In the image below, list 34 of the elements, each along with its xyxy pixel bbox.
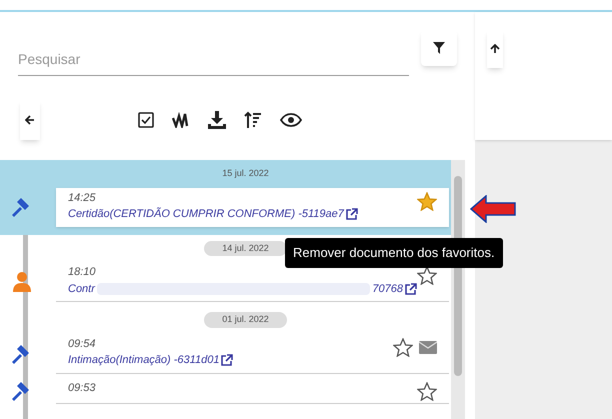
- time-label: 09:54: [68, 336, 96, 352]
- external-link-icon[interactable]: [221, 354, 234, 366]
- time-label: 14:25: [68, 190, 96, 206]
- document-link[interactable]: Intimação(Intimação) -6311d01: [68, 352, 220, 368]
- star-icon[interactable]: [393, 338, 413, 356]
- time-label: 18:10: [68, 265, 96, 280]
- star-icon[interactable]: [417, 192, 437, 210]
- sort-icon[interactable]: [244, 111, 262, 129]
- back-button[interactable]: [20, 100, 40, 140]
- document-card[interactable]: 14:25 Certidão(CERTIDÃO CUMPRIR CONFORME) -5119ae7: [56, 188, 449, 226]
- time-label: 09:53: [68, 380, 96, 396]
- person-icon: [13, 271, 31, 293]
- star-icon[interactable]: [417, 266, 437, 285]
- arrow-up-icon: [490, 44, 500, 54]
- checkbox-icon[interactable]: [138, 112, 154, 128]
- eye-icon[interactable]: [280, 113, 302, 127]
- filter-icon: [433, 42, 446, 54]
- signature-icon[interactable]: [172, 112, 190, 128]
- filter-button[interactable]: [421, 30, 457, 66]
- document-link[interactable]: Contr: [68, 280, 95, 297]
- date-label: 14 jul. 2022: [204, 240, 287, 256]
- document-link[interactable]: Certidão(CERTIDÃO CUMPRIR CONFORME) -5119ae7: [68, 206, 344, 222]
- external-link-icon[interactable]: [346, 208, 358, 220]
- arrow-left-icon: [25, 115, 35, 125]
- document-number: 70768: [372, 282, 403, 296]
- search-field[interactable]: Pesquisar: [18, 42, 410, 76]
- star-icon[interactable]: [417, 382, 437, 400]
- annotation-arrow-icon: [470, 195, 516, 223]
- external-link-icon[interactable]: [405, 282, 417, 295]
- date-label: 15 jul. 2022: [221, 167, 270, 180]
- tooltip: Remover documento dos favoritos.: [285, 238, 503, 268]
- scroll-up-button[interactable]: [487, 30, 503, 68]
- date-label: 01 jul. 2022: [204, 312, 287, 328]
- download-icon[interactable]: [208, 111, 226, 129]
